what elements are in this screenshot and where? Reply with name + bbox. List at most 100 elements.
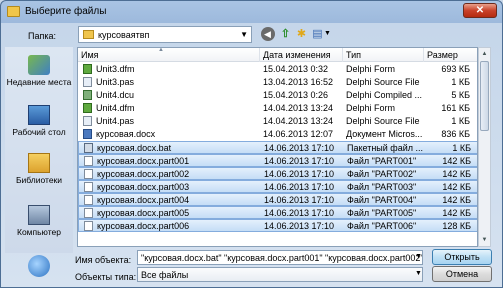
file-size: 836 КБ	[441, 129, 470, 139]
recent-places-icon	[28, 55, 50, 75]
file-size: 1 КБ	[452, 143, 471, 153]
place-label: Рабочий стол	[12, 127, 66, 137]
file-name: курсовая.docx.part001	[97, 156, 190, 166]
file-type: Delphi Form	[346, 103, 396, 113]
up-folder-icon[interactable]: ⇧	[277, 26, 294, 43]
places-bar: Недавние места Рабочий стол Библиотеки К…	[5, 47, 73, 253]
file-list[interactable]: Имя ▲ Дата изменения Тип Размер Unit3.df…	[77, 47, 478, 247]
file-type: Файл "PART004"	[347, 195, 417, 205]
filename-field[interactable]: "курсовая.docx.bat" "курсовая.docx.part0…	[137, 250, 423, 265]
open-button[interactable]: Открыть	[432, 249, 492, 265]
cancel-button[interactable]: Отмена	[432, 266, 492, 282]
file-name: Unit4.dcu	[96, 90, 135, 100]
file-size: 142 КБ	[442, 195, 471, 205]
chevron-down-icon[interactable]: ▼	[415, 270, 422, 277]
file-row[interactable]: курсовая.docx.part006 14.06.2013 17:10 Фай…	[78, 219, 477, 232]
file-name: курсовая.docx	[96, 129, 156, 139]
back-button[interactable]: ◀	[259, 26, 276, 43]
file-name: Unit3.dfm	[96, 64, 135, 74]
file-size: 128 КБ	[442, 221, 471, 231]
bat-file-icon	[84, 143, 93, 153]
folder-icon	[83, 30, 94, 39]
file-type: Документ Micros...	[346, 129, 423, 139]
file-size: 142 КБ	[442, 156, 471, 166]
filetype-label: Объекты типа:	[75, 272, 137, 282]
file-date: 15.04.2013 0:26	[263, 90, 329, 100]
file-row[interactable]: Unit4.pas 14.04.2013 13:24 Delphi Source F…	[78, 115, 477, 128]
place-computer[interactable]: Компьютер	[5, 205, 73, 237]
close-button[interactable]: ✕	[463, 3, 497, 18]
part-file-icon	[84, 221, 93, 231]
file-row[interactable]: Unit4.dcu 15.04.2013 0:26 Delphi Compiled …	[78, 89, 477, 102]
place-recent[interactable]: Недавние места	[5, 55, 73, 87]
file-name: курсовая.docx.part005	[97, 208, 190, 218]
pas-file-icon	[83, 116, 92, 126]
part-file-icon	[84, 169, 93, 179]
file-row[interactable]: курсовая.docx.part003 14.06.2013 17:10 Фай…	[78, 180, 477, 193]
file-size: 142 КБ	[442, 182, 471, 192]
file-size: 142 КБ	[442, 208, 471, 218]
lookin-dropdown[interactable]: курсоваятвп ▼	[78, 26, 252, 43]
file-name: курсовая.docx.part002	[97, 169, 190, 179]
file-row[interactable]: курсовая.docx 14.06.2013 12:07 Документ Mi…	[78, 128, 477, 141]
file-open-dialog: Выберите файлы ✕ Папка: курсоваятвп ▼ ◀ …	[0, 0, 503, 288]
lookin-label: Папка:	[28, 31, 56, 41]
column-header-type[interactable]: Тип	[346, 50, 361, 60]
file-name: курсовая.docx.part003	[97, 182, 190, 192]
file-row[interactable]: Unit3.pas 13.04.2013 16:52 Delphi Source F…	[78, 76, 477, 89]
pas-file-icon	[83, 77, 92, 87]
column-header-size[interactable]: Размер	[427, 50, 458, 60]
filetype-dropdown[interactable]: Все файлы	[137, 267, 423, 282]
place-label: Компьютер	[17, 227, 61, 237]
file-row[interactable]: Unit3.dfm 15.04.2013 0:32 Delphi Form 693 К…	[78, 63, 477, 76]
title-bar[interactable]: Выберите файлы ✕	[1, 1, 502, 23]
file-date: 14.06.2013 17:10	[264, 182, 335, 192]
dfm-file-icon	[83, 64, 92, 74]
scroll-down-icon[interactable]: ▼	[479, 234, 490, 246]
column-divider[interactable]	[342, 48, 343, 62]
network-icon[interactable]	[28, 255, 50, 277]
folder-icon	[7, 6, 20, 17]
column-divider[interactable]	[423, 48, 424, 62]
place-desktop[interactable]: Рабочий стол	[5, 105, 73, 137]
file-date: 14.06.2013 17:10	[264, 195, 335, 205]
file-row[interactable]: курсовая.docx.part005 14.06.2013 17:10 Фай…	[78, 206, 477, 219]
part-file-icon	[84, 182, 93, 192]
back-icon: ◀	[260, 27, 275, 41]
file-date: 13.04.2013 16:52	[263, 77, 334, 87]
chevron-down-icon[interactable]: ▼	[324, 30, 331, 37]
column-header-name[interactable]: Имя	[81, 50, 99, 60]
file-row[interactable]: курсовая.docx.part004 14.06.2013 17:10 Фай…	[78, 193, 477, 206]
file-size: 5 КБ	[451, 90, 470, 100]
chevron-down-icon: ▼	[240, 30, 248, 39]
file-type: Файл "PART002"	[347, 169, 417, 179]
file-type: Delphi Source File	[346, 116, 420, 126]
part-file-icon	[84, 195, 93, 205]
file-row[interactable]: курсовая.docx.part001 14.06.2013 17:10 Фай…	[78, 154, 477, 167]
file-row[interactable]: курсовая.docx.bat 14.06.2013 17:10 Пакетны…	[78, 141, 477, 154]
file-size: 693 КБ	[441, 64, 470, 74]
file-type: Файл "PART001"	[347, 156, 417, 166]
vertical-scrollbar[interactable]: ▲ ▼	[478, 47, 491, 247]
file-row[interactable]: Unit4.dfm 14.04.2013 13:24 Delphi Form 161 …	[78, 102, 477, 115]
scroll-thumb[interactable]	[480, 61, 489, 131]
dfm-file-icon	[83, 103, 92, 113]
chevron-down-icon[interactable]: ▼	[415, 253, 422, 260]
part-file-icon	[84, 156, 93, 166]
file-type: Файл "PART006"	[347, 221, 417, 231]
file-name: Unit4.dfm	[96, 103, 135, 113]
file-type: Файл "PART003"	[347, 182, 417, 192]
file-size: 142 КБ	[442, 169, 471, 179]
column-header-date[interactable]: Дата изменения	[263, 50, 331, 60]
place-libraries[interactable]: Библиотеки	[5, 153, 73, 185]
file-row[interactable]: курсовая.docx.part002 14.06.2013 17:10 Фай…	[78, 167, 477, 180]
new-folder-icon[interactable]: ✱	[293, 26, 310, 43]
scroll-up-icon[interactable]: ▲	[479, 48, 490, 60]
filename-label: Имя объекта:	[75, 255, 132, 265]
desktop-icon	[28, 105, 50, 125]
column-divider[interactable]	[259, 48, 260, 62]
computer-icon	[28, 205, 50, 225]
file-date: 14.06.2013 17:10	[264, 143, 335, 153]
file-date: 14.06.2013 12:07	[263, 129, 334, 139]
file-date: 14.04.2013 13:24	[263, 103, 334, 113]
